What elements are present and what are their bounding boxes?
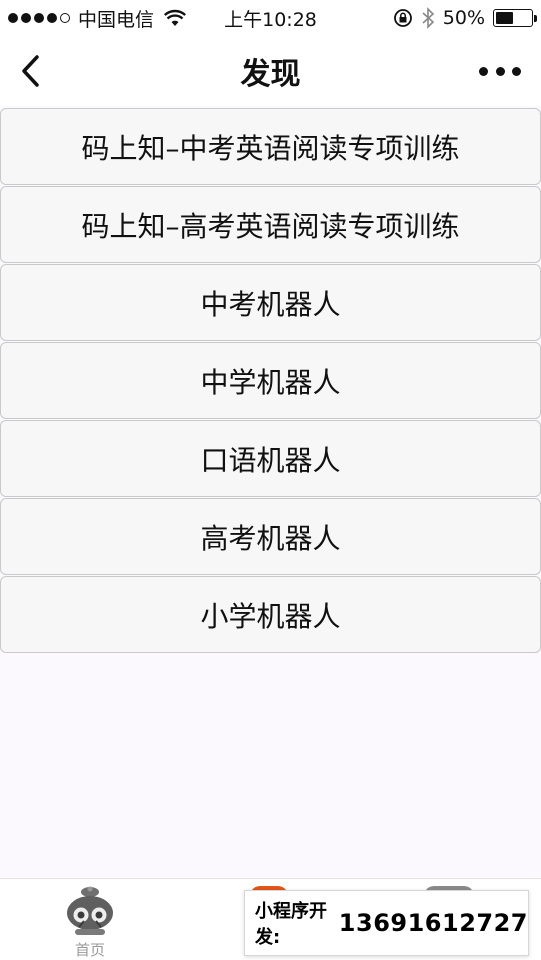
page-title: 发现 — [240, 57, 301, 92]
tab-home-label: 首页 — [74, 941, 105, 959]
robot-mascot-icon — [65, 885, 115, 937]
nav-bar: 发现 — [0, 36, 541, 106]
discover-list: 码上知–中考英语阅读专项训练 码上知–高考英语阅读专项训练 中考机器人 中学机器… — [0, 108, 541, 654]
status-bar: 中国电信 上午10:28 50% — [0, 0, 541, 36]
battery-fill — [496, 12, 513, 24]
list-item[interactable]: 码上知–中考英语阅读专项训练 — [0, 108, 541, 185]
dev-badge-phone: 13691612727 — [338, 909, 528, 937]
developer-contact-badge: 小程序开发: 13691612727 — [244, 890, 529, 956]
list-item[interactable]: 码上知–高考英语阅读专项训练 — [0, 186, 541, 263]
bluetooth-icon — [422, 7, 434, 29]
more-dots-icon — [479, 66, 488, 76]
status-right: 50% — [393, 0, 537, 36]
battery-icon — [493, 9, 537, 27]
list-item[interactable]: 小学机器人 — [0, 576, 541, 653]
battery-percent: 50% — [442, 7, 485, 29]
list-item[interactable]: 中考机器人 — [0, 264, 541, 341]
list-item[interactable]: 口语机器人 — [0, 420, 541, 497]
list-item[interactable]: 高考机器人 — [0, 498, 541, 575]
tab-home[interactable]: 首页 — [30, 879, 150, 960]
list-item[interactable]: 中学机器人 — [0, 342, 541, 419]
more-button[interactable] — [479, 58, 521, 84]
dev-badge-label: 小程序开发: — [255, 901, 327, 948]
rotation-lock-icon — [393, 9, 412, 27]
